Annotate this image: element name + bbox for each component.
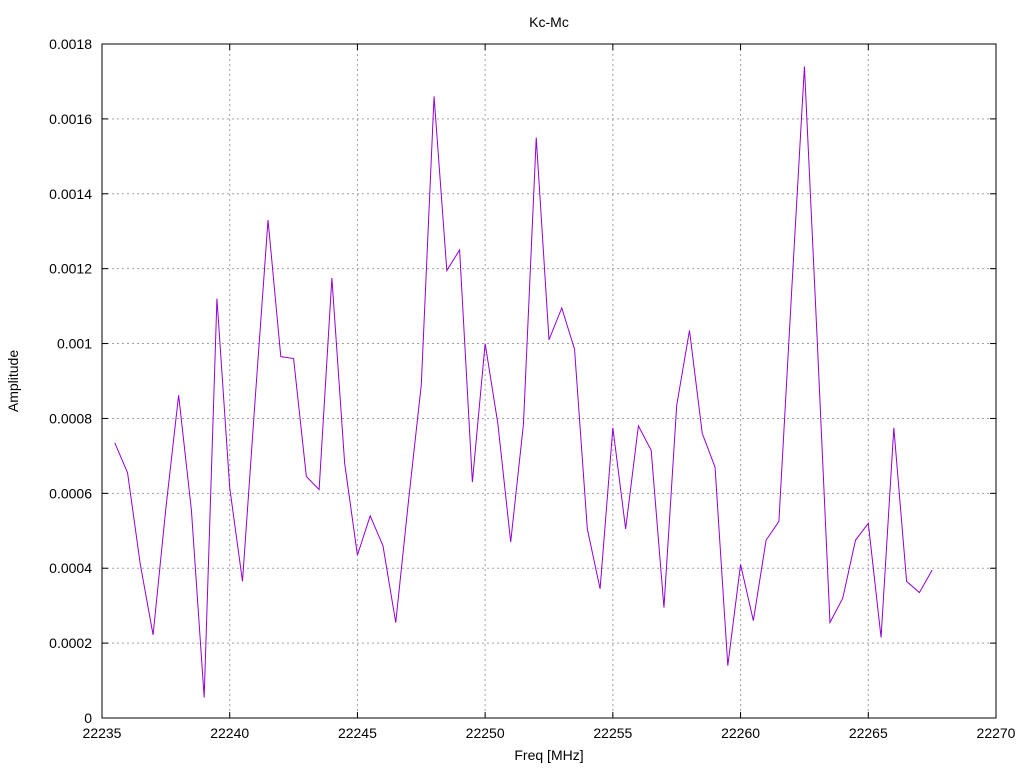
x-tick-label: 22255 xyxy=(593,725,632,741)
y-tick-label: 0.0018 xyxy=(49,36,92,52)
x-tick-label: 22235 xyxy=(83,725,122,741)
y-tick-label: 0.0008 xyxy=(49,410,92,426)
chart-container: 22235 22240 22245 22250 22255 22260 22265 22270… xyxy=(0,0,1024,768)
x-tick-label: 22260 xyxy=(721,725,760,741)
chart-title: Kc-Mc xyxy=(529,14,569,30)
y-tick-label: 0.001 xyxy=(57,336,92,352)
x-tick-label: 22245 xyxy=(338,725,377,741)
x-axis-label: Freq [MHz] xyxy=(514,747,583,763)
y-axis-label: Amplitude xyxy=(5,350,21,412)
x-tick-label: 22270 xyxy=(977,725,1016,741)
line-chart: 22235 22240 22245 22250 22255 22260 22265 22270… xyxy=(0,0,1024,768)
y-tick-label: 0.0012 xyxy=(49,261,92,277)
x-tick-label: 22240 xyxy=(210,725,249,741)
x-tick-label: 22250 xyxy=(466,725,505,741)
y-tick-label: 0.0016 xyxy=(49,111,92,127)
y-tick-label: 0.0004 xyxy=(49,560,92,576)
y-tick-label: 0.0002 xyxy=(49,635,92,651)
y-tick-label: 0 xyxy=(84,710,92,726)
chart-background xyxy=(0,0,1024,768)
y-tick-label: 0.0014 xyxy=(49,186,92,202)
y-tick-label: 0.0006 xyxy=(49,485,92,501)
x-tick-label: 22265 xyxy=(849,725,888,741)
